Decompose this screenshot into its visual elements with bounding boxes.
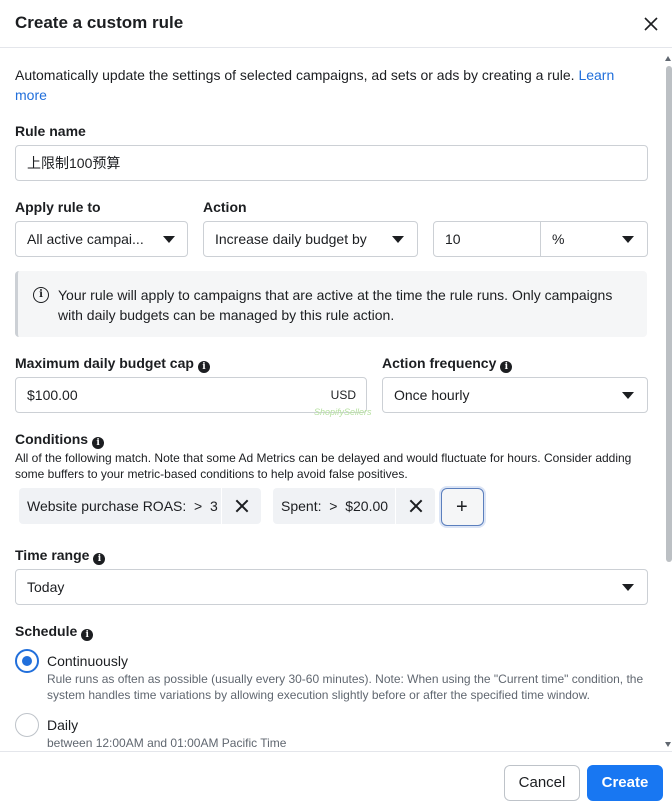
schedule-label: Schedule i xyxy=(15,623,94,641)
info-icon[interactable]: i xyxy=(81,629,94,641)
option-description: between 12:00AM and 01:00AM Pacific Time xyxy=(47,736,287,750)
budget-cap-label: Maximum daily budget cap i xyxy=(15,355,210,373)
budget-cap-value: $100.00 xyxy=(27,387,78,403)
dialog-title: Create a custom rule xyxy=(15,13,184,32)
action-amount-input[interactable]: 10 xyxy=(433,221,541,257)
add-condition-button[interactable]: + xyxy=(441,488,484,526)
time-range-dropdown[interactable]: Today xyxy=(15,569,648,605)
dialog-header: Create a custom rule xyxy=(0,0,672,48)
frequency-label: Action frequency i xyxy=(382,355,513,373)
chevron-down-icon xyxy=(392,236,404,243)
apply-rule-dropdown[interactable]: All active campai... xyxy=(15,221,188,257)
frequency-dropdown[interactable]: Once hourly xyxy=(382,377,648,413)
rule-name-value: 上限制100预算 xyxy=(27,155,121,171)
apply-rule-label: Apply rule to xyxy=(15,199,101,215)
close-icon[interactable] xyxy=(641,14,661,34)
option-title: Daily xyxy=(47,717,79,733)
condition-operator: > xyxy=(194,498,203,514)
option-title: Continuously xyxy=(47,653,128,669)
action-unit-value: % xyxy=(552,231,565,247)
scroll-down-arrow-icon[interactable] xyxy=(665,742,671,747)
condition-operator: > xyxy=(329,498,338,514)
info-icon[interactable]: i xyxy=(197,361,210,373)
remove-condition-button[interactable] xyxy=(395,488,435,524)
rule-name-input[interactable]: 上限制100预算 xyxy=(15,145,648,181)
chevron-down-icon xyxy=(622,584,634,591)
action-value: Increase daily budget by xyxy=(215,231,367,247)
remove-condition-button[interactable] xyxy=(221,488,261,524)
condition-chip[interactable]: Website purchase ROAS: > 3 xyxy=(19,488,261,524)
radio-continuously[interactable] xyxy=(15,649,39,673)
info-icon[interactable]: i xyxy=(92,437,105,449)
info-icon[interactable]: i xyxy=(500,361,513,373)
action-amount-value: 10 xyxy=(445,231,461,247)
create-button[interactable]: Create xyxy=(587,765,663,801)
scrollbar-thumb[interactable] xyxy=(666,66,672,562)
chevron-down-icon xyxy=(622,236,634,243)
rule-name-label: Rule name xyxy=(15,123,86,139)
info-icon: i xyxy=(33,287,49,303)
conditions-description: All of the following match. Note that so… xyxy=(15,451,632,481)
radio-daily[interactable] xyxy=(15,713,39,737)
option-description: Rule runs as often as possible (usually … xyxy=(47,672,644,702)
chevron-down-icon xyxy=(622,392,634,399)
frequency-value: Once hourly xyxy=(394,387,470,403)
condition-value: 3 xyxy=(210,498,218,514)
scroll-up-arrow-icon[interactable] xyxy=(665,56,671,61)
time-range-label: Time range i xyxy=(15,547,106,565)
condition-chip[interactable]: Spent: > $20.00 xyxy=(273,488,435,524)
condition-metric: Website purchase ROAS: xyxy=(27,498,187,514)
action-unit-dropdown[interactable]: % xyxy=(540,221,648,257)
info-icon[interactable]: i xyxy=(93,553,106,565)
close-icon xyxy=(235,499,249,513)
dialog-footer: Cancel Create xyxy=(0,751,672,807)
notice-text: Your rule will apply to campaigns that a… xyxy=(58,287,613,323)
condition-value: $20.00 xyxy=(345,498,389,514)
cancel-button[interactable]: Cancel xyxy=(504,765,580,801)
plus-icon: + xyxy=(456,496,468,518)
currency-label: USD xyxy=(330,388,356,402)
apply-rule-value: All active campai... xyxy=(27,231,144,247)
action-dropdown[interactable]: Increase daily budget by xyxy=(203,221,418,257)
action-label: Action xyxy=(203,199,247,215)
conditions-label: Conditions i xyxy=(15,431,105,449)
info-notice: i Your rule will apply to campaigns that… xyxy=(15,271,647,337)
condition-metric: Spent: xyxy=(281,498,322,514)
intro-text: Automatically update the settings of sel… xyxy=(15,67,615,103)
chevron-down-icon xyxy=(163,236,175,243)
time-range-value: Today xyxy=(27,579,65,595)
close-icon xyxy=(409,499,423,513)
watermark: ShopifySellers xyxy=(314,407,372,417)
